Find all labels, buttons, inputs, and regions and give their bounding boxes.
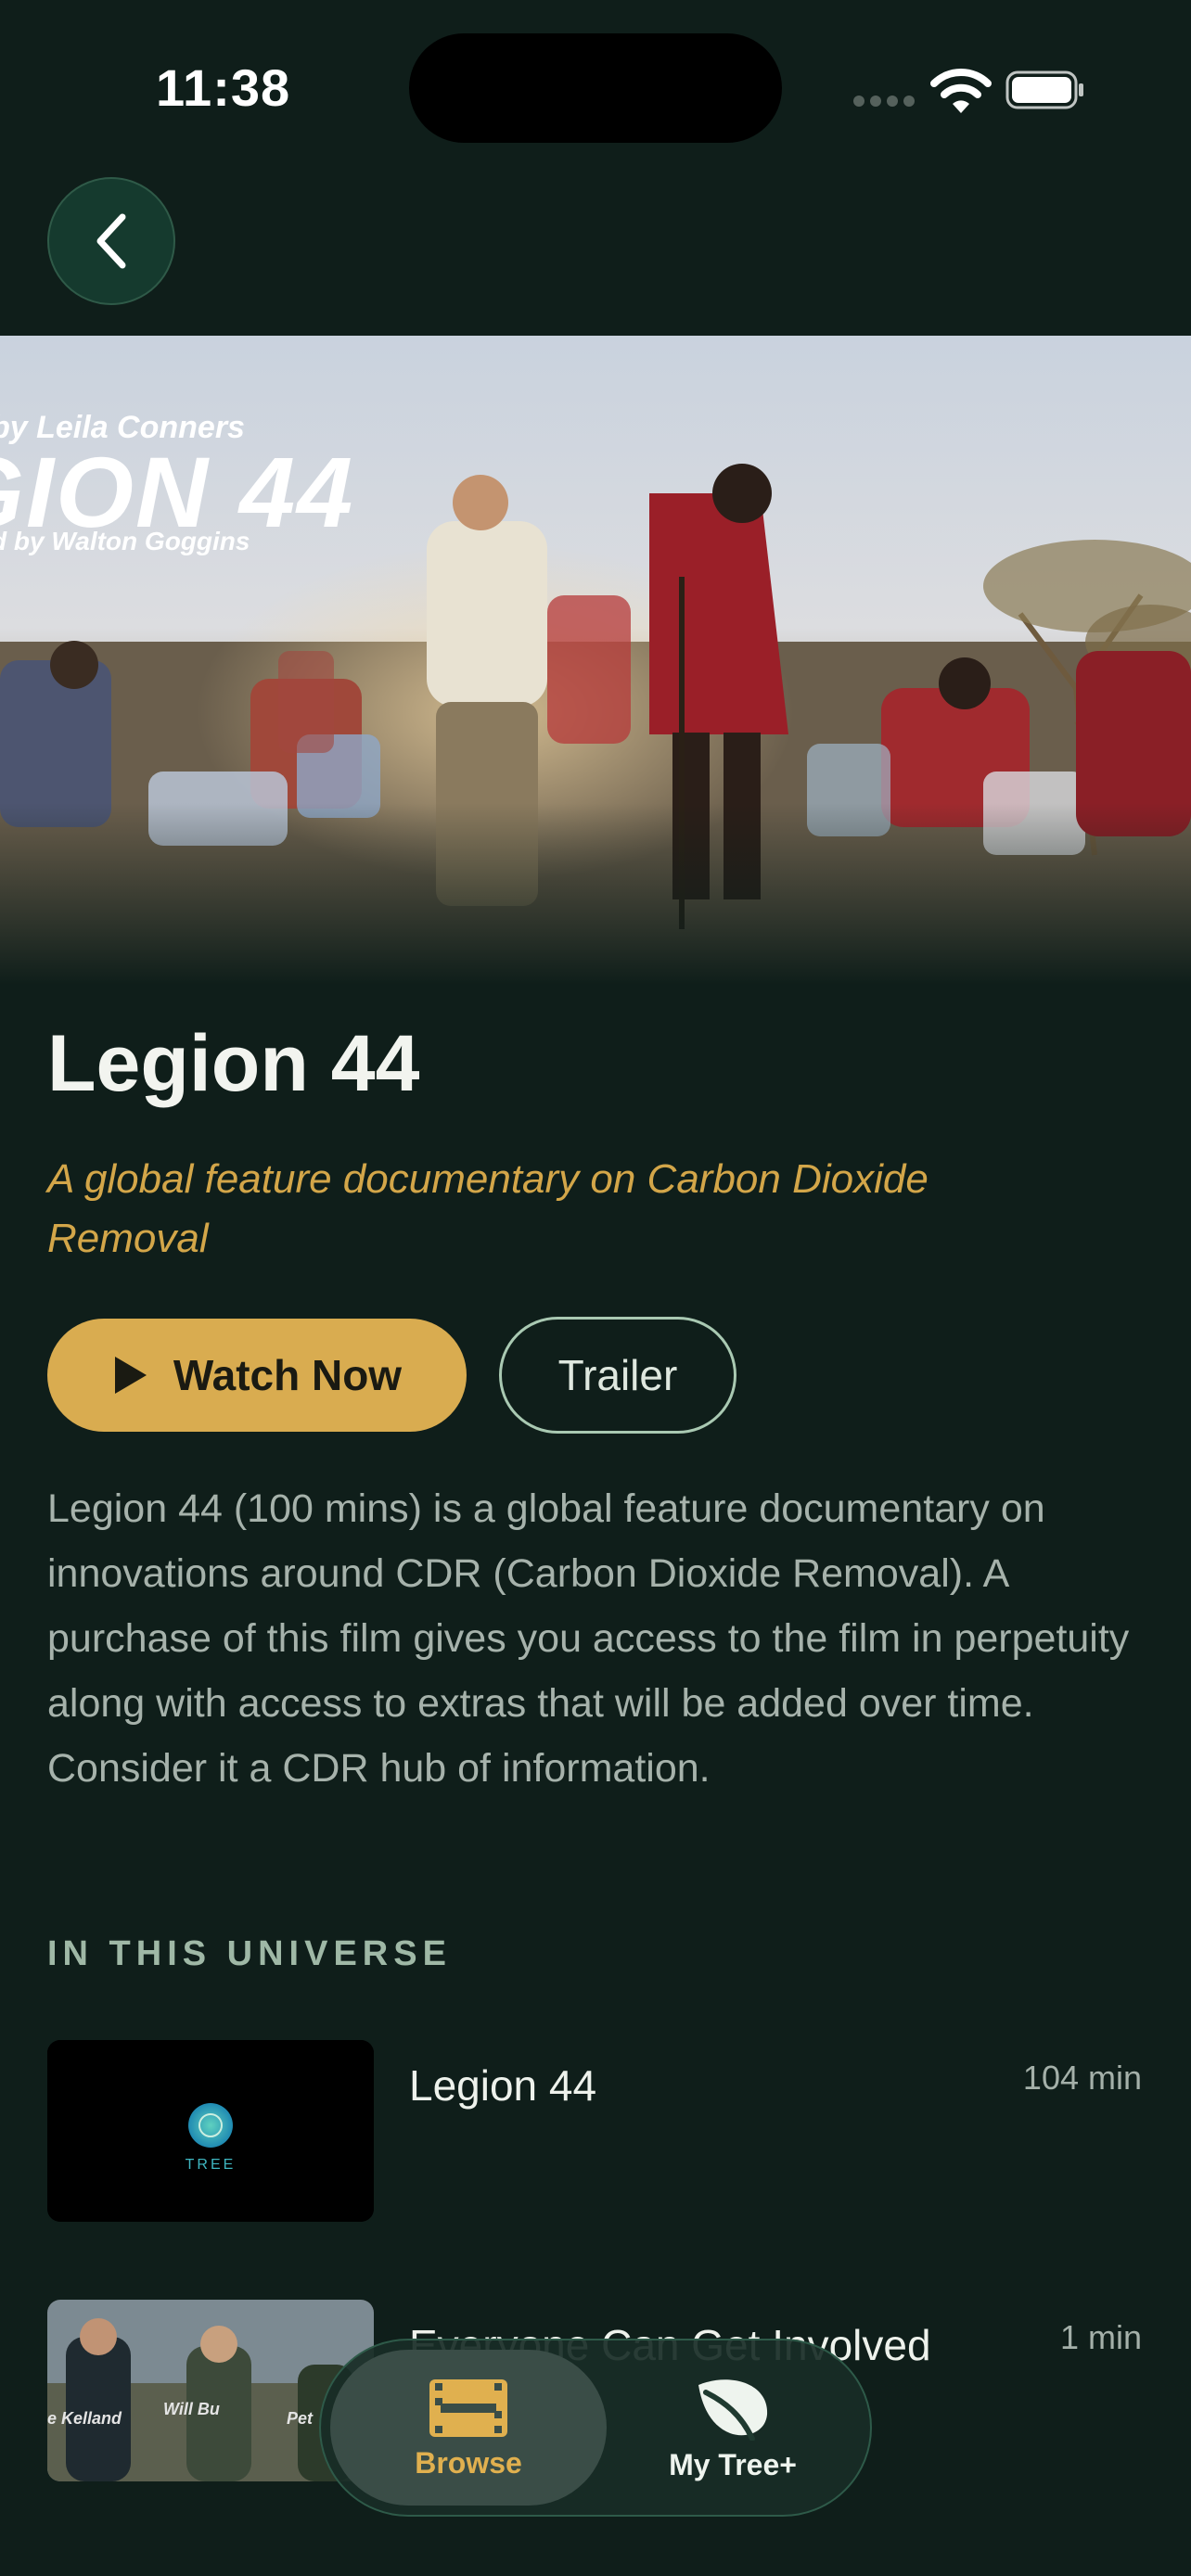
film-tagline: A global feature documentary on Carbon D… — [47, 1156, 928, 1261]
item-thumbnail: TREE — [47, 2040, 374, 2222]
dynamic-island — [409, 33, 782, 143]
status-bar: 11:38 — [0, 0, 1191, 176]
film-icon — [429, 2379, 507, 2437]
tab-browse-label: Browse — [415, 2446, 522, 2480]
back-button[interactable] — [47, 177, 175, 305]
tab-my-tree-plus[interactable]: My Tree+ — [605, 2378, 861, 2482]
tab-browse[interactable]: Browse — [330, 2378, 607, 2480]
chevron-left-icon — [96, 213, 126, 269]
section-heading-universe: IN THIS UNIVERSE — [47, 1934, 452, 1973]
battery-icon — [1005, 70, 1083, 109]
thumb-caption-1: e Kelland — [47, 2409, 122, 2428]
trailer-button[interactable]: Trailer — [499, 1317, 736, 1434]
item-duration: 1 min — [1059, 2318, 1142, 2356]
thumb-caption-3: Pet — [287, 2409, 314, 2428]
status-time: 11:38 — [156, 58, 291, 117]
film-description: Legion 44 (100 mins) is a global feature… — [47, 1486, 1130, 1791]
universe-list-item[interactable]: TREE Legion 44 104 min — [47, 2040, 1142, 2222]
item-duration: 104 min — [1022, 2059, 1142, 2097]
film-title: Legion 44 — [47, 1019, 420, 1108]
leaf-icon — [698, 2379, 768, 2441]
tab-my-tree-plus-label: My Tree+ — [669, 2448, 797, 2481]
trailer-label: Trailer — [557, 1351, 678, 1399]
watch-now-button[interactable]: Watch Now — [47, 1319, 467, 1432]
tab-bar: Browse My Tree+ — [319, 2339, 872, 2517]
hero-credit-narrator: d by Walton Goggins — [0, 527, 250, 555]
signal-icon — [853, 96, 915, 107]
tree-logo-text: TREE — [185, 2157, 237, 2173]
thumb-caption-2: Will Bu — [163, 2400, 220, 2418]
item-title: Legion 44 — [409, 2061, 597, 2110]
hero-image: by Leila Conners GION 44 d by Walton Gog… — [0, 336, 1191, 985]
watch-now-label: Watch Now — [173, 1351, 403, 1399]
wifi-icon — [930, 69, 992, 113]
play-icon — [114, 1357, 147, 1394]
